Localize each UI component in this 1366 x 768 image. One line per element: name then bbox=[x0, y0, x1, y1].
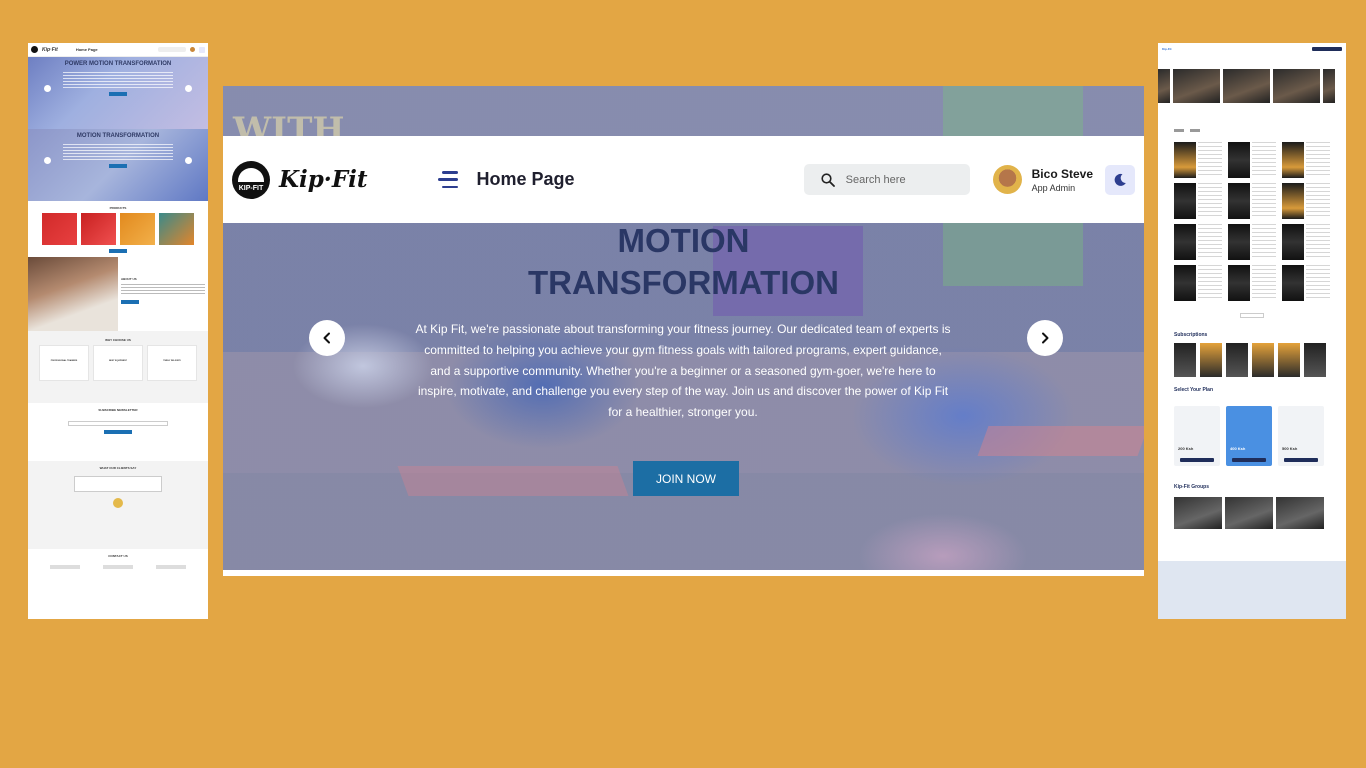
carousel-next-button[interactable] bbox=[1027, 320, 1063, 356]
preview-footer bbox=[1158, 561, 1346, 619]
search-icon bbox=[821, 172, 835, 187]
preview-subscriptions bbox=[1158, 341, 1346, 379]
preview-why-card: TIMELY DELIVERY bbox=[147, 345, 197, 381]
chevron-right-icon bbox=[1042, 332, 1049, 344]
user-name: Bico Steve bbox=[1031, 166, 1093, 181]
preview-footer: CONTACT US bbox=[28, 549, 208, 599]
user-role: App Admin bbox=[1031, 182, 1076, 193]
brand-logo-icon: KIP-FIT bbox=[232, 160, 270, 199]
preview-join-button bbox=[109, 92, 127, 96]
hero-title-line-2: TRANSFORMATION bbox=[527, 264, 840, 301]
preview-product-image bbox=[81, 213, 116, 245]
preview-brand: Kip·Fit bbox=[1162, 47, 1172, 51]
preview-workout-card bbox=[1228, 224, 1276, 260]
preview-why-card: BEST EQUIPMENT bbox=[93, 345, 143, 381]
preview-workout-grid bbox=[1158, 136, 1346, 307]
preview-plans: 200 Ksh 400 Ksh 500 Ksh bbox=[1158, 396, 1346, 476]
preview-plans-title: Select Your Plan bbox=[1174, 387, 1213, 393]
preview-testimonials: WHAT OUR CLIENTS SAY bbox=[28, 461, 208, 549]
preview-page-title: Home Page bbox=[75, 47, 98, 52]
preview-product-image bbox=[42, 213, 77, 245]
preview-about-image bbox=[28, 257, 118, 331]
preview-nav: Kip·Fit bbox=[1158, 43, 1346, 55]
preview-product-image bbox=[120, 213, 155, 245]
preview-chevron-right-icon bbox=[185, 85, 192, 92]
preview-moon-icon bbox=[199, 46, 205, 53]
preview-products bbox=[28, 213, 208, 245]
preview-search bbox=[158, 47, 186, 52]
preview-products-button bbox=[109, 249, 127, 253]
join-now-button[interactable]: JOIN NOW bbox=[633, 461, 739, 496]
preview-chevron-left-icon bbox=[44, 85, 51, 92]
preview-workout-card bbox=[1228, 183, 1276, 219]
preview-products-title: PRODUCTS bbox=[109, 206, 127, 210]
preview-why-card: PROFESSIONAL TRAINERS bbox=[39, 345, 89, 381]
preview-plan-card: 400 Ksh bbox=[1226, 406, 1272, 466]
preview-subscriptions-title: Subscriptions bbox=[1174, 332, 1208, 338]
preview-workout-card bbox=[1174, 224, 1222, 260]
brand-name: Kip·Fit bbox=[279, 166, 368, 193]
preview-chevron-right-icon bbox=[185, 157, 192, 164]
preview-workout-card bbox=[1282, 265, 1330, 301]
preview-hero-title: POWER MOTION TRANSFORMATION bbox=[64, 61, 172, 67]
preview-chevron-left-icon bbox=[44, 157, 51, 164]
brand-logo-text: KIP-FIT bbox=[238, 184, 264, 192]
right-page-preview: Kip·Fit Subscriptions Select Your Plan 2… bbox=[1158, 43, 1346, 619]
moon-icon bbox=[1114, 173, 1126, 186]
hero-title-line-1: MOTION bbox=[617, 222, 750, 259]
carousel-prev-button[interactable] bbox=[309, 320, 345, 356]
preview-groups-title: Kip-Fit Groups bbox=[1174, 484, 1209, 490]
preview-why-choose-us: WHY CHOOSE US PROFESSIONAL TRAINERS BEST… bbox=[28, 331, 208, 403]
hero-description: At Kip Fit, we're passionate about trans… bbox=[415, 322, 951, 420]
preview-workout-card bbox=[1174, 265, 1222, 301]
preview-avatar bbox=[190, 47, 195, 52]
preview-header: Kip·Fit Home Page bbox=[28, 43, 208, 57]
preview-workout-card bbox=[1228, 142, 1276, 178]
chevron-left-icon bbox=[323, 332, 330, 344]
brand[interactable]: KIP-FIT Kip·Fit bbox=[232, 160, 368, 199]
theme-toggle-button[interactable] bbox=[1105, 164, 1135, 195]
search-input[interactable] bbox=[845, 173, 956, 186]
preview-groups bbox=[1158, 493, 1346, 533]
page-title: Home Page bbox=[476, 169, 575, 189]
preview-hero-slide-1: POWER MOTION TRANSFORMATION bbox=[28, 57, 208, 129]
preview-video-row bbox=[1158, 55, 1346, 117]
preview-plan-card: 200 Ksh bbox=[1174, 406, 1220, 466]
preview-join-button bbox=[109, 164, 127, 168]
preview-hero-slide-2: MOTION TRANSFORMATION bbox=[28, 129, 208, 201]
menu-icon[interactable] bbox=[437, 171, 458, 188]
preview-workout-card bbox=[1174, 183, 1222, 219]
avatar[interactable] bbox=[992, 165, 1022, 194]
left-page-preview: Kip·Fit Home Page POWER MOTION TRANSFORM… bbox=[28, 43, 208, 619]
preview-logo-icon bbox=[31, 46, 38, 53]
preview-workout-card bbox=[1174, 142, 1222, 178]
preview-workout-card bbox=[1228, 265, 1276, 301]
user-profile[interactable]: Bico Steve App Admin bbox=[992, 165, 1093, 194]
preview-workout-card bbox=[1282, 224, 1330, 260]
preview-workout-card bbox=[1282, 142, 1330, 178]
preview-about-title: ABOUT US bbox=[121, 277, 137, 281]
preview-brand: Kip·Fit bbox=[42, 46, 58, 53]
search-bar[interactable] bbox=[803, 164, 970, 195]
top-navbar: KIP-FIT Kip·Fit Home Page Bico Steve App… bbox=[223, 136, 1144, 223]
preview-hero-title: MOTION TRANSFORMATION bbox=[76, 133, 160, 139]
preview-product-image bbox=[159, 213, 194, 245]
main-screenshot: WITH KIP-FIT Kip·Fit Home Page Search he… bbox=[223, 86, 1144, 576]
preview-plan-card: 500 Ksh bbox=[1278, 406, 1324, 466]
preview-workout-card bbox=[1282, 183, 1330, 219]
preview-newsletter: SUBSCRIBE NEWSLETTER bbox=[28, 403, 208, 461]
preview-about: ABOUT US bbox=[28, 257, 208, 331]
